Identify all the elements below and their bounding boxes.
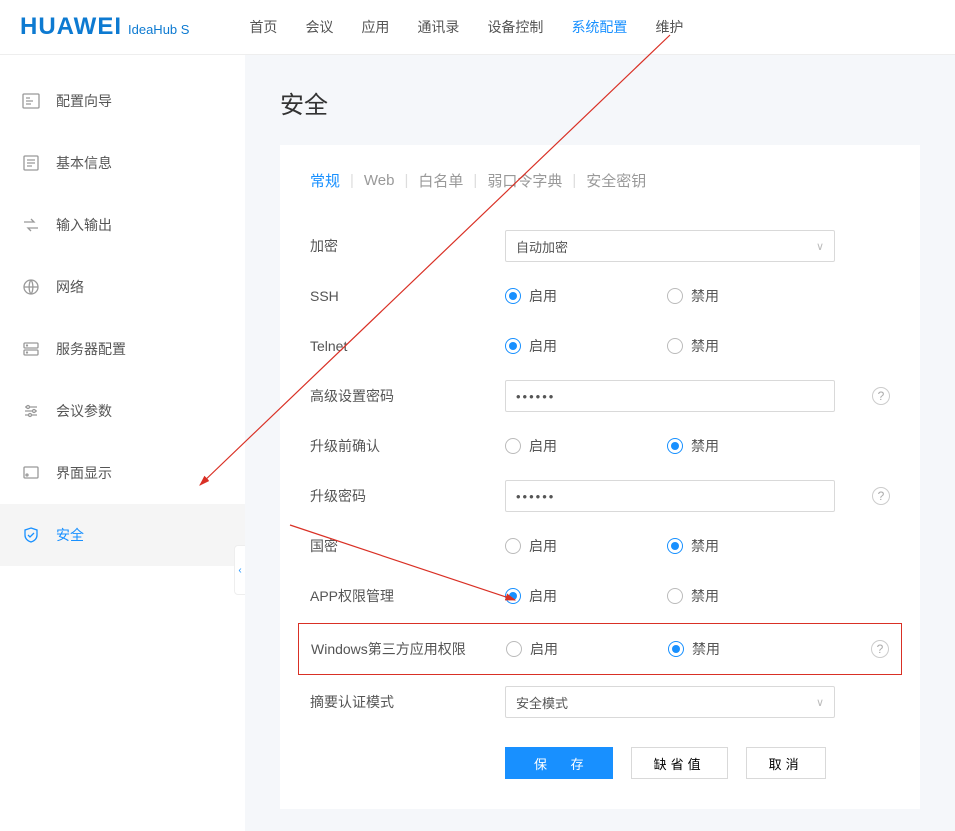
- chevron-down-icon: ∨: [816, 696, 824, 709]
- label-digest: 摘要认证模式: [310, 692, 505, 712]
- label-adv-pwd: 高级设置密码: [310, 386, 505, 406]
- label-encryption: 加密: [310, 236, 505, 256]
- wizard-icon: [22, 92, 40, 110]
- help-icon[interactable]: ?: [872, 387, 890, 405]
- row-win3rd: Windows第三方应用权限 启用 禁用 ?: [311, 624, 889, 674]
- input-adv-pwd[interactable]: [505, 380, 835, 412]
- label-upgrade-pwd: 升级密码: [310, 486, 505, 506]
- topbar: HUAWEI IdeaHub S 首页 会议 应用 通讯录 设备控制 系统配置 …: [0, 0, 955, 55]
- tab-general[interactable]: 常规: [310, 170, 340, 191]
- radio-gm-enable[interactable]: 启用: [505, 536, 557, 556]
- tabs: 常规| Web| 白名单| 弱口令字典| 安全密钥: [310, 170, 890, 191]
- row-encryption: 加密 自动加密 ∨: [310, 221, 890, 271]
- sidebar-item-ui[interactable]: 界面显示: [0, 442, 245, 504]
- nav-contacts[interactable]: 通讯录: [417, 17, 459, 37]
- radio-win3rd-disable[interactable]: 禁用: [668, 639, 720, 659]
- sidebar-item-label: 界面显示: [56, 463, 112, 483]
- radio-win3rd-enable[interactable]: 启用: [506, 639, 558, 659]
- select-encryption[interactable]: 自动加密 ∨: [505, 230, 835, 262]
- page-title: 安全: [280, 85, 920, 120]
- radio-upgrade-confirm-enable[interactable]: 启用: [505, 436, 557, 456]
- row-telnet: Telnet 启用 禁用: [310, 321, 890, 371]
- content-area: 安全 常规| Web| 白名单| 弱口令字典| 安全密钥 加密 自动加密 ∨: [245, 55, 955, 831]
- chevron-left-icon: ‹: [238, 565, 241, 576]
- sidebar-item-server[interactable]: 服务器配置: [0, 318, 245, 380]
- sidebar-item-label: 会议参数: [56, 401, 112, 421]
- input-upgrade-pwd[interactable]: [505, 480, 835, 512]
- radio-ssh-disable[interactable]: 禁用: [667, 286, 719, 306]
- tab-weak-pwd[interactable]: 弱口令字典: [487, 170, 562, 191]
- row-upgrade-confirm: 升级前确认 启用 禁用: [310, 421, 890, 471]
- sidebar-item-basic[interactable]: 基本信息: [0, 132, 245, 194]
- radio-telnet-enable[interactable]: 启用: [505, 336, 557, 356]
- help-icon[interactable]: ?: [871, 640, 889, 658]
- label-app-perm: APP权限管理: [310, 586, 505, 606]
- radio-gm-disable[interactable]: 禁用: [667, 536, 719, 556]
- select-digest[interactable]: 安全模式 ∨: [505, 686, 835, 718]
- default-button[interactable]: 缺省值: [631, 747, 728, 779]
- tab-whitelist[interactable]: 白名单: [418, 170, 463, 191]
- nav-app[interactable]: 应用: [361, 17, 389, 37]
- row-adv-pwd: 高级设置密码 ?: [310, 371, 890, 421]
- sliders-icon: [22, 402, 40, 420]
- nav-device-control[interactable]: 设备控制: [487, 17, 543, 37]
- sidebar-item-label: 基本信息: [56, 153, 112, 173]
- highlight-annotation: Windows第三方应用权限 启用 禁用 ?: [298, 623, 902, 675]
- label-upgrade-confirm: 升级前确认: [310, 436, 505, 456]
- nav-maintenance[interactable]: 维护: [655, 17, 683, 37]
- io-icon: [22, 216, 40, 234]
- radio-upgrade-confirm-disable[interactable]: 禁用: [667, 436, 719, 456]
- sidebar-item-label: 服务器配置: [56, 339, 126, 359]
- radio-app-perm-enable[interactable]: 启用: [505, 586, 557, 606]
- cancel-button[interactable]: 取消: [746, 747, 826, 779]
- radio-telnet-disable[interactable]: 禁用: [667, 336, 719, 356]
- save-button[interactable]: 保 存: [505, 747, 613, 779]
- sidebar-item-label: 输入输出: [56, 215, 112, 235]
- select-value: 安全模式: [516, 693, 568, 712]
- row-gm: 国密 启用 禁用: [310, 521, 890, 571]
- label-ssh: SSH: [310, 288, 505, 304]
- tab-sec-key[interactable]: 安全密钥: [586, 170, 646, 191]
- server-icon: [22, 340, 40, 358]
- info-icon: [22, 154, 40, 172]
- nav-system-config[interactable]: 系统配置: [571, 17, 627, 37]
- shield-icon: [22, 526, 40, 544]
- product-name: IdeaHub S: [128, 22, 189, 37]
- main-nav: 首页 会议 应用 通讯录 设备控制 系统配置 维护: [249, 17, 683, 37]
- sidebar-item-label: 配置向导: [56, 91, 112, 111]
- button-row: 保 存 缺省值 取消: [505, 747, 890, 779]
- sidebar-item-io[interactable]: 输入输出: [0, 194, 245, 256]
- display-icon: [22, 464, 40, 482]
- globe-icon: [22, 278, 40, 296]
- sidebar: 配置向导 基本信息 输入输出 网络 服务器配置 会议参数 界面显示 安全: [0, 55, 245, 831]
- nav-meeting[interactable]: 会议: [305, 17, 333, 37]
- nav-home[interactable]: 首页: [249, 17, 277, 37]
- sidebar-item-wizard[interactable]: 配置向导: [0, 70, 245, 132]
- settings-panel: 常规| Web| 白名单| 弱口令字典| 安全密钥 加密 自动加密 ∨ SSH: [280, 145, 920, 809]
- radio-ssh-enable[interactable]: 启用: [505, 286, 557, 306]
- help-icon[interactable]: ?: [872, 487, 890, 505]
- sidebar-item-label: 安全: [56, 525, 84, 545]
- sidebar-item-label: 网络: [56, 277, 84, 297]
- row-upgrade-pwd: 升级密码 ?: [310, 471, 890, 521]
- sidebar-item-meeting-params[interactable]: 会议参数: [0, 380, 245, 442]
- row-app-perm: APP权限管理 启用 禁用: [310, 571, 890, 621]
- chevron-down-icon: ∨: [816, 240, 824, 253]
- row-digest: 摘要认证模式 安全模式 ∨: [310, 677, 890, 727]
- brand-logo: HUAWEI: [20, 13, 122, 41]
- sidebar-item-security[interactable]: 安全: [0, 504, 245, 566]
- select-value: 自动加密: [516, 237, 568, 256]
- tab-web[interactable]: Web: [364, 172, 395, 189]
- label-telnet: Telnet: [310, 338, 505, 354]
- sidebar-item-network[interactable]: 网络: [0, 256, 245, 318]
- radio-app-perm-disable[interactable]: 禁用: [667, 586, 719, 606]
- label-gm: 国密: [310, 536, 505, 556]
- row-ssh: SSH 启用 禁用: [310, 271, 890, 321]
- label-win3rd: Windows第三方应用权限: [311, 639, 506, 659]
